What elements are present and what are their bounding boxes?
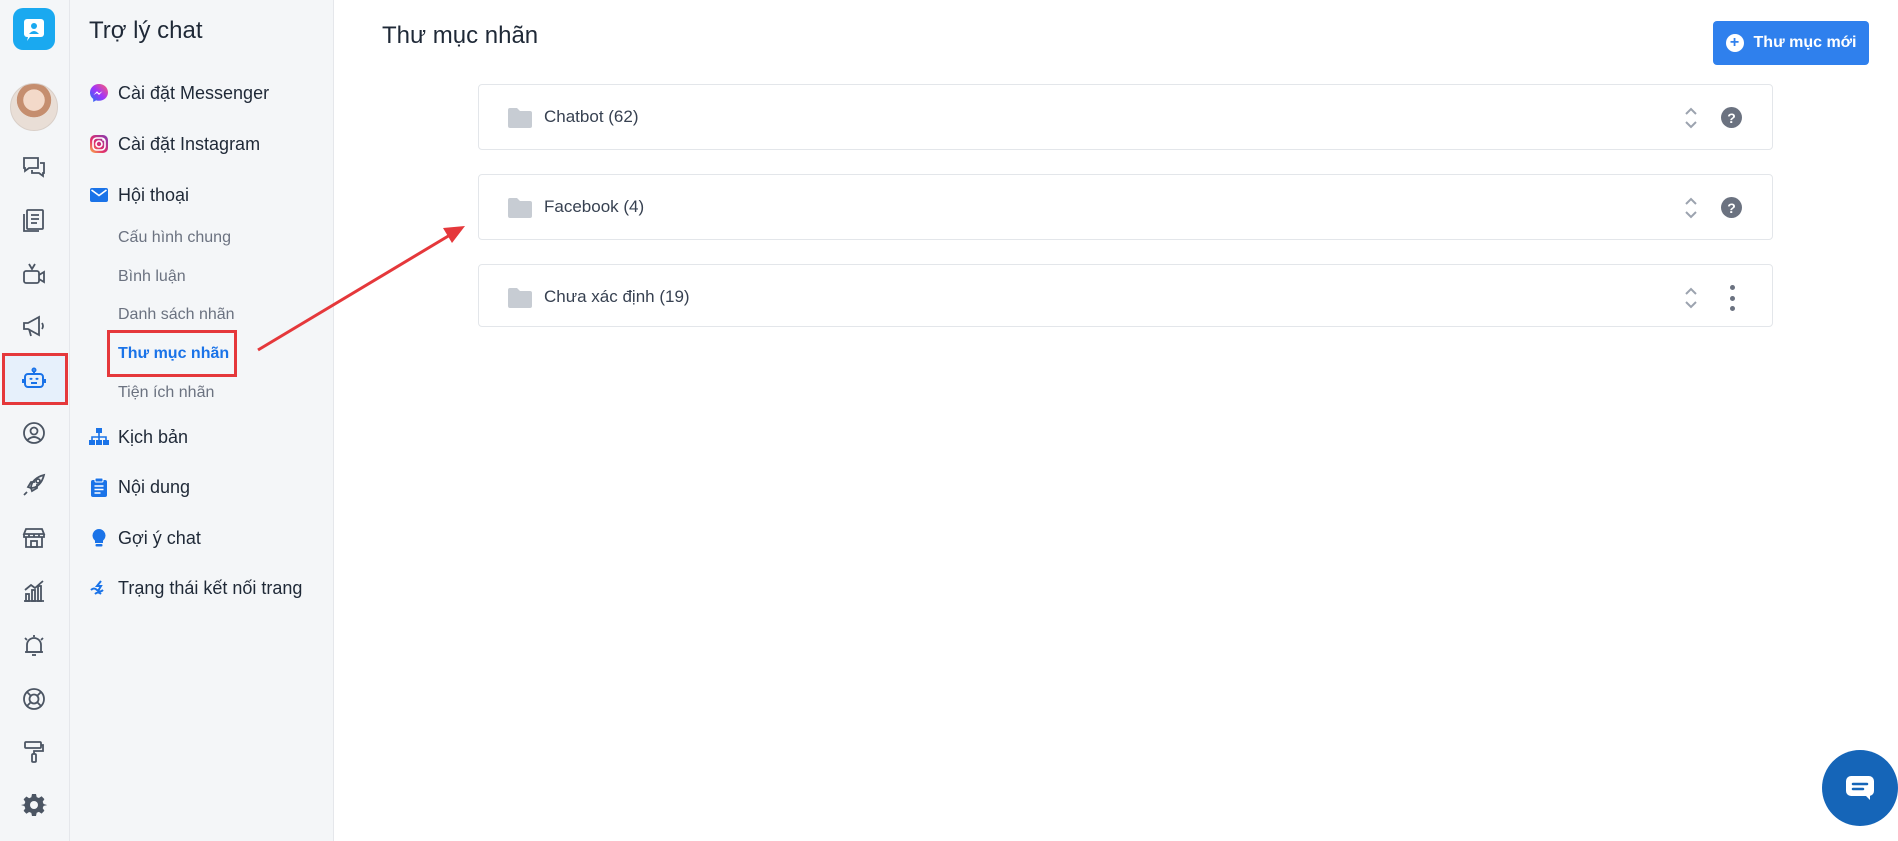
rocket-icon[interactable] xyxy=(19,470,49,500)
lifebuoy-icon[interactable] xyxy=(19,684,49,714)
folder-row-chatbot[interactable]: Chatbot (62) ? xyxy=(478,84,1773,150)
sort-handle-icon[interactable] xyxy=(1682,104,1700,132)
sidebar-item-label: Cài đặt Instagram xyxy=(118,133,261,154)
sidebar-item-goi-y-chat[interactable]: Gợi ý chat xyxy=(88,527,201,549)
folder-icon xyxy=(508,198,532,218)
sort-handle-icon[interactable] xyxy=(1682,284,1700,312)
page-title: Thư mục nhãn xyxy=(382,22,539,49)
sidebar-item-label: Hội thoại xyxy=(118,184,190,205)
folder-row-facebook[interactable]: Facebook (4) ? xyxy=(478,174,1773,240)
sidebar-item-messenger[interactable]: Cài đặt Messenger xyxy=(88,82,269,104)
alarm-icon[interactable] xyxy=(19,630,49,660)
help-icon[interactable]: ? xyxy=(1721,197,1742,218)
sidebar-title: Trợ lý chat xyxy=(89,17,203,44)
user-circle-icon[interactable] xyxy=(19,418,49,448)
connection-icon xyxy=(88,577,110,599)
sidebar-item-label: Kịch bản xyxy=(118,426,189,447)
icon-rail xyxy=(0,0,70,841)
live-video-icon[interactable] xyxy=(19,259,49,289)
mail-icon xyxy=(88,184,110,206)
subitem-cau-hinh-chung[interactable]: Cấu hình chung xyxy=(118,229,231,247)
folder-icon xyxy=(508,288,532,308)
sidebar-item-instagram[interactable]: Cài đặt Instagram xyxy=(88,133,260,155)
paint-roller-icon[interactable] xyxy=(19,737,49,767)
sidebar-item-label: Trạng thái kết nối trang xyxy=(118,577,303,598)
chat-bubble-icon xyxy=(1846,776,1874,800)
sidebar-item-label: Nội dung xyxy=(118,476,191,497)
megaphone-icon[interactable] xyxy=(19,311,49,341)
new-folder-button[interactable]: + Thư mục mới xyxy=(1713,21,1869,65)
sidebar-item-label: Cài đặt Messenger xyxy=(118,82,270,103)
gear-icon[interactable] xyxy=(19,790,49,820)
avatar[interactable] xyxy=(10,83,58,131)
sidebar-item-noi-dung[interactable]: Nội dung xyxy=(88,476,190,498)
lightbulb-icon xyxy=(88,527,110,549)
folder-icon xyxy=(508,108,532,128)
instagram-icon xyxy=(88,133,110,155)
document-list-icon[interactable] xyxy=(19,205,49,235)
store-icon[interactable] xyxy=(19,523,49,553)
clipboard-icon xyxy=(88,476,110,498)
robot-icon[interactable] xyxy=(19,364,49,394)
subitem-tien-ich-nhan[interactable]: Tiện ích nhãn xyxy=(118,384,214,402)
sidebar-item-label: Gợi ý chat xyxy=(118,527,201,548)
chart-icon[interactable] xyxy=(19,576,49,606)
messenger-icon xyxy=(88,82,110,104)
sidebar-item-kich-ban[interactable]: Kịch bản xyxy=(88,426,188,448)
sitemap-icon xyxy=(88,426,110,448)
sort-handle-icon[interactable] xyxy=(1682,194,1700,222)
sidebar-item-trang-thai[interactable]: Trạng thái kết nối trang xyxy=(88,577,302,599)
help-icon[interactable]: ? xyxy=(1721,107,1742,128)
chat-assistant-logo-icon[interactable] xyxy=(13,8,55,50)
subitem-thu-muc-nhan[interactable]: Thư mục nhãn xyxy=(118,345,229,363)
sidebar-item-hoi-thoai[interactable]: Hội thoại xyxy=(88,184,189,206)
folder-name: Facebook (4) xyxy=(544,197,645,216)
subitem-danh-sach-nhan[interactable]: Danh sách nhãn xyxy=(118,306,235,324)
secondary-sidebar: Trợ lý chat Cài đặt Messenger Cài đặt In… xyxy=(70,0,334,841)
plus-circle-icon: + xyxy=(1725,34,1744,52)
folder-name: Chưa xác định (19) xyxy=(544,287,690,306)
chat-support-button[interactable] xyxy=(1822,750,1898,826)
subitem-binh-luan[interactable]: Bình luận xyxy=(118,268,186,286)
more-icon[interactable] xyxy=(1729,285,1735,311)
folder-row-chua-xac-dinh[interactable]: Chưa xác định (19) xyxy=(478,264,1773,327)
chat-bubbles-icon[interactable] xyxy=(19,152,49,182)
folder-name: Chatbot (62) xyxy=(544,107,639,126)
new-folder-button-label: Thư mục mới xyxy=(1753,34,1857,51)
